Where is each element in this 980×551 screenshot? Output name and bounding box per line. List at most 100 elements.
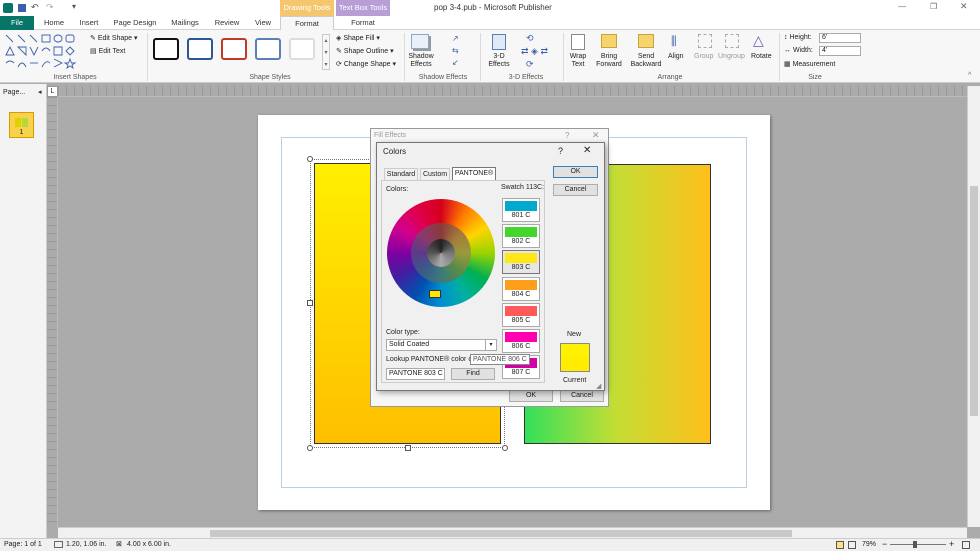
- pages-pane-collapse-icon[interactable]: ◂: [38, 88, 42, 96]
- group-button[interactable]: Group: [694, 53, 713, 60]
- style-lightblue-outline[interactable]: [255, 38, 281, 60]
- color-wheel[interactable]: [387, 199, 495, 307]
- edit-shape-button[interactable]: ✎ Edit Shape ▾: [90, 34, 138, 42]
- colors-ok-button[interactable]: OK: [553, 166, 598, 178]
- undo-icon[interactable]: ↶: [31, 2, 39, 13]
- colors-cancel-button[interactable]: Cancel: [553, 184, 598, 196]
- horizontal-scroll-thumb[interactable]: [210, 530, 792, 537]
- wrap-text-button[interactable]: Wrap Text: [566, 53, 590, 69]
- pantone-swatch[interactable]: 805 C: [502, 302, 540, 327]
- style-black-outline[interactable]: [153, 38, 179, 60]
- ruler-corner[interactable]: L: [47, 86, 58, 97]
- zoom-in-icon[interactable]: +: [949, 539, 954, 549]
- tab-custom[interactable]: Custom: [420, 168, 450, 180]
- shape-outline-button[interactable]: ✎ Shape Outline ▾: [336, 47, 394, 55]
- align-button[interactable]: Align: [668, 53, 684, 60]
- position-icon: [54, 541, 63, 548]
- color-type-label: Color type:: [386, 329, 420, 336]
- rotate-button[interactable]: Rotate: [751, 53, 772, 60]
- fill-effects-help-icon[interactable]: ?: [565, 131, 569, 140]
- page-thumbnail[interactable]: 1: [9, 112, 34, 138]
- send-backward-button[interactable]: Send Backward: [627, 53, 665, 69]
- swatch-color: [505, 332, 537, 342]
- save-icon[interactable]: [18, 4, 26, 12]
- change-shape-button[interactable]: ⟳ Change Shape ▾: [336, 60, 396, 68]
- pantone-swatch[interactable]: 801 C: [502, 198, 540, 222]
- swatch-tooltip: PANTONE 806 C: [470, 354, 530, 365]
- pantone-swatch[interactable]: 802 C: [502, 224, 540, 249]
- fill-effects-ok-button[interactable]: OK: [509, 390, 553, 402]
- colors-close-icon[interactable]: ✕: [583, 145, 591, 156]
- tab-view[interactable]: View: [250, 16, 276, 30]
- vertical-scrollbar[interactable]: [967, 86, 980, 527]
- fill-effects-cancel-button[interactable]: Cancel: [560, 390, 604, 402]
- bring-forward-button[interactable]: Bring Forward: [592, 53, 626, 69]
- color-type-select[interactable]: Solid Coated ▾: [386, 339, 497, 351]
- edit-text-button[interactable]: ▤ Edit Text: [90, 47, 125, 55]
- selection-handle[interactable]: [307, 445, 313, 451]
- ungroup-button[interactable]: Ungroup: [718, 53, 745, 60]
- tilt-controls-icon[interactable]: ⟲ ⇄ ◈ ⇄ ⟳: [521, 32, 548, 71]
- resize-grip-icon[interactable]: ◢: [596, 382, 601, 390]
- tab-format-textbox[interactable]: Format: [336, 16, 390, 30]
- measurement-button[interactable]: ▦ Measurement: [784, 60, 835, 68]
- shadow-nudge-icon[interactable]: ↗ ⇆ ↙: [452, 33, 459, 69]
- minimize-button[interactable]: —: [898, 2, 906, 11]
- styles-more-icon[interactable]: ▴ ▾ ▾: [322, 34, 330, 70]
- height-input[interactable]: 6': [819, 33, 861, 43]
- vertical-scroll-thumb[interactable]: [970, 186, 978, 416]
- swatch-color: [505, 279, 537, 290]
- close-button[interactable]: ✕: [960, 1, 968, 12]
- three-d-icon: [492, 34, 506, 50]
- lookup-input[interactable]: PANTONE 803 C: [386, 368, 445, 380]
- swatch-label: 806 C: [511, 343, 531, 350]
- style-red-outline[interactable]: [221, 38, 247, 60]
- collapse-ribbon-icon[interactable]: ^: [968, 72, 971, 79]
- tab-format-drawing[interactable]: Format: [280, 16, 334, 30]
- width-input[interactable]: 4': [819, 46, 861, 56]
- find-button[interactable]: Find: [451, 368, 495, 380]
- tab-review[interactable]: Review: [210, 16, 244, 30]
- status-page[interactable]: Page: 1 of 1: [4, 541, 42, 548]
- selection-handle[interactable]: [307, 156, 313, 162]
- pantone-swatch[interactable]: 806 C: [502, 329, 540, 353]
- tab-file[interactable]: File: [0, 16, 34, 30]
- three-d-effects-button[interactable]: 3-D Effects: [485, 53, 513, 69]
- horizontal-ruler[interactable]: [58, 86, 967, 97]
- single-page-icon[interactable]: [836, 541, 844, 549]
- tab-home[interactable]: Home: [38, 16, 70, 30]
- zoom-level[interactable]: 79%: [862, 541, 876, 548]
- shadow-effects-button[interactable]: Shadow Effects: [404, 53, 438, 69]
- tab-mailings[interactable]: Mailings: [166, 16, 204, 30]
- group-3d-effects: 3-D Effects: [508, 74, 544, 81]
- shapes-gallery[interactable]: [4, 33, 84, 71]
- zoom-slider[interactable]: [890, 541, 946, 548]
- vertical-ruler[interactable]: [47, 97, 58, 527]
- tab-pantone[interactable]: PANTONE®: [452, 167, 496, 180]
- tab-standard[interactable]: Standard: [384, 168, 418, 180]
- shape-fill-label: Shape Fill: [343, 35, 375, 42]
- style-blue-outline[interactable]: [187, 38, 213, 60]
- zoom-out-icon[interactable]: −: [882, 539, 887, 549]
- shape-fill-button[interactable]: ◈ Shape Fill ▾: [336, 34, 380, 42]
- align-icon: ⫼: [671, 34, 677, 48]
- fill-effects-close-icon[interactable]: ✕: [592, 130, 600, 141]
- selection-handle[interactable]: [307, 300, 313, 306]
- zoom-slider-thumb[interactable]: [913, 541, 917, 548]
- color-wheel-core: [427, 239, 455, 267]
- redo-icon[interactable]: ↷: [46, 2, 54, 13]
- selection-handle[interactable]: [502, 445, 508, 451]
- tab-page-design[interactable]: Page Design: [110, 16, 160, 30]
- style-light-outline[interactable]: [289, 38, 315, 60]
- two-page-icon[interactable]: [848, 541, 856, 549]
- restore-button[interactable]: ❐: [930, 2, 937, 11]
- tab-insert[interactable]: Insert: [74, 16, 104, 30]
- colors-help-icon[interactable]: ?: [558, 146, 563, 156]
- more-icon[interactable]: ▾: [72, 2, 76, 11]
- fit-page-icon[interactable]: [962, 541, 970, 549]
- horizontal-scrollbar[interactable]: [58, 527, 967, 538]
- pantone-swatch[interactable]: 804 C: [502, 276, 540, 301]
- width-label-text: Width:: [792, 47, 813, 54]
- pantone-swatch[interactable]: 803 C: [502, 250, 540, 275]
- selection-handle[interactable]: [405, 445, 411, 451]
